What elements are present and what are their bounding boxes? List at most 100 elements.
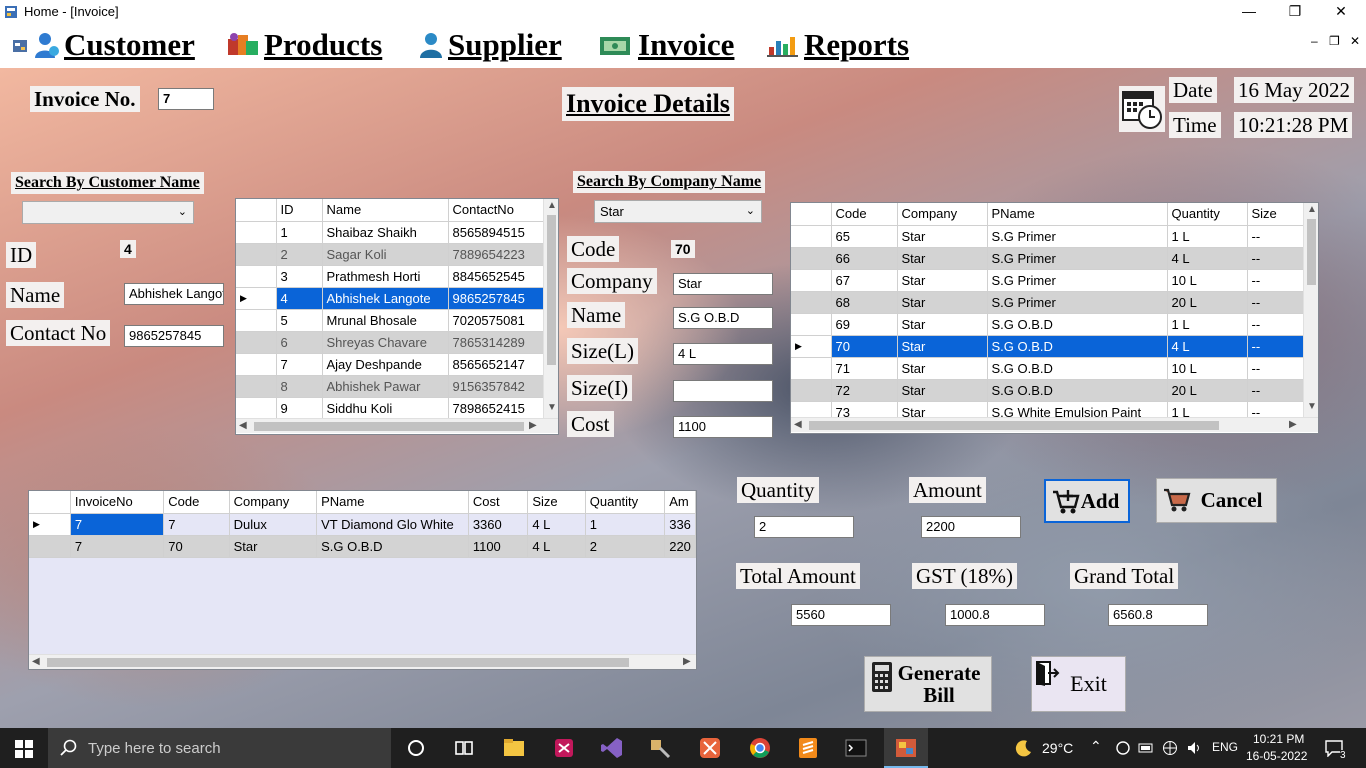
cell[interactable]: 3 — [276, 265, 323, 288]
cancel-button[interactable]: Cancel — [1156, 478, 1277, 523]
cell[interactable]: Ajay Deshpande — [322, 353, 449, 376]
cell[interactable]: 8565894515 — [448, 221, 545, 244]
invoice-items-grid[interactable]: InvoiceNo Code Company PName Cost Size Q… — [28, 490, 697, 670]
column-header-code[interactable]: Code — [831, 203, 898, 226]
customer-name-field[interactable]: Abhishek Langote — [124, 283, 224, 305]
cell[interactable]: 7898652415 — [448, 397, 545, 420]
cell[interactable]: Mrunal Bhosale — [322, 309, 449, 332]
cell[interactable]: Shaibaz Shaikh — [322, 221, 449, 244]
size-l-field[interactable]: 4 L — [673, 343, 773, 365]
cell[interactable]: Prathmesh Horti — [322, 265, 449, 288]
cell[interactable]: 7 — [163, 513, 230, 536]
grand-total-field[interactable]: 6560.8 — [1108, 604, 1208, 626]
minimize-button[interactable]: — — [1226, 0, 1272, 24]
row-header[interactable] — [236, 265, 277, 288]
cell[interactable]: S.G Primer — [987, 269, 1168, 292]
customer-row[interactable]: 9 Siddhu Koli 7898652415 — [236, 397, 545, 420]
product-row[interactable]: 65 Star S.G Primer 1 L -- — [791, 225, 1308, 248]
cell[interactable]: 10 L — [1167, 269, 1248, 292]
chrome-icon[interactable] — [748, 736, 772, 760]
tools-icon[interactable] — [648, 736, 672, 760]
column-header-size[interactable]: Size — [527, 491, 586, 514]
cell[interactable]: Dulux — [229, 513, 318, 536]
cell[interactable]: Abhishek Langote — [322, 287, 449, 310]
cell[interactable]: 4 L — [527, 513, 586, 536]
add-button[interactable]: Add — [1044, 479, 1130, 523]
row-pointer-icon[interactable]: ▶ — [791, 335, 832, 358]
menu-customer[interactable]: Customer — [34, 27, 195, 65]
cell[interactable]: 4 L — [1167, 335, 1248, 358]
cell[interactable]: 20 L — [1167, 291, 1248, 314]
cell[interactable]: 20 L — [1167, 379, 1248, 402]
task-view-icon[interactable] — [452, 736, 476, 760]
scroll-thumb[interactable] — [47, 658, 629, 667]
customer-row[interactable]: 6 Shreyas Chavare 7865314289 — [236, 331, 545, 354]
column-header-amount[interactable]: Am — [664, 491, 696, 514]
product-row[interactable]: 67 Star S.G Primer 10 L -- — [791, 269, 1308, 292]
cell[interactable]: 7889654223 — [448, 243, 545, 266]
cell[interactable]: S.G Primer — [987, 247, 1168, 270]
cell[interactable]: 6 — [276, 331, 323, 354]
exit-button[interactable]: Exit — [1031, 656, 1126, 712]
cell[interactable]: 2 — [585, 535, 666, 558]
product-row[interactable]: 69 Star S.G O.B.D 1 L -- — [791, 313, 1308, 336]
product-row[interactable]: 68 Star S.G Primer 20 L -- — [791, 291, 1308, 314]
taskbar-search-box[interactable]: Type here to search — [48, 728, 391, 768]
product-name-field[interactable]: S.G O.B.D — [673, 307, 773, 329]
row-header[interactable] — [791, 313, 832, 336]
scroll-up-icon[interactable]: ▲ — [1307, 204, 1317, 215]
globe-icon[interactable] — [1162, 740, 1178, 756]
cell[interactable]: 8565652147 — [448, 353, 545, 376]
customer-row[interactable]: 1 Shaibaz Shaikh 8565894515 — [236, 221, 545, 244]
column-header-id[interactable]: ID — [276, 199, 323, 222]
cell[interactable]: -- — [1247, 335, 1308, 358]
cell[interactable]: 9865257845 — [448, 287, 545, 310]
row-header[interactable] — [236, 309, 277, 332]
cell[interactable]: -- — [1247, 247, 1308, 270]
cell[interactable]: 3360 — [468, 513, 529, 536]
customer-row-selected[interactable]: ▶ 4 Abhishek Langote 9865257845 — [236, 287, 545, 310]
clock-date[interactable]: 16-05-2022 — [1246, 749, 1307, 763]
cost-field[interactable]: 1100 — [673, 416, 773, 438]
scroll-thumb[interactable] — [809, 421, 1219, 430]
menu-supplier[interactable]: Supplier — [418, 27, 562, 65]
cell[interactable]: -- — [1247, 291, 1308, 314]
cell[interactable]: S.G O.B.D — [987, 335, 1168, 358]
volume-icon[interactable] — [1186, 740, 1202, 756]
windows-start-icon[interactable] — [15, 740, 33, 758]
scroll-right-icon[interactable]: ▶ — [529, 420, 537, 431]
cell[interactable]: 1 — [585, 513, 666, 536]
row-header[interactable] — [791, 269, 832, 292]
column-header-quantity[interactable]: Quantity — [585, 491, 666, 514]
row-header[interactable] — [29, 535, 71, 558]
cell[interactable]: Star — [897, 313, 988, 336]
cell[interactable]: Abhishek Pawar — [322, 375, 449, 398]
file-explorer-icon[interactable] — [502, 736, 526, 760]
row-header[interactable] — [791, 357, 832, 380]
customer-name-dropdown[interactable]: ⌄ — [22, 201, 194, 224]
column-header-contactno[interactable]: ContactNo — [448, 199, 545, 222]
cell[interactable]: Star — [897, 379, 988, 402]
customer-row[interactable]: 5 Mrunal Bhosale 7020575081 — [236, 309, 545, 332]
column-header-pname[interactable]: PName — [987, 203, 1168, 226]
menu-invoice[interactable]: Invoice — [598, 27, 734, 65]
row-header[interactable] — [236, 375, 277, 398]
child-close-button[interactable]: ✕ — [1350, 34, 1360, 48]
scroll-left-icon[interactable]: ◀ — [32, 656, 40, 667]
column-header-size[interactable]: Size — [1247, 203, 1308, 226]
cell[interactable]: Star — [897, 225, 988, 248]
cell[interactable]: Star — [897, 269, 988, 292]
row-header[interactable] — [791, 225, 832, 248]
product-grid[interactable]: Code Company PName Quantity Size 65 Star S… — [790, 202, 1319, 434]
cell[interactable]: 4 L — [527, 535, 586, 558]
weather-temperature[interactable]: 29°C — [1042, 740, 1073, 756]
cell[interactable]: Star — [897, 357, 988, 380]
cell[interactable]: 1 L — [1167, 313, 1248, 336]
cell[interactable]: 4 L — [1167, 247, 1248, 270]
generate-bill-button[interactable]: Generate Bill — [864, 656, 992, 712]
customer-row[interactable]: 8 Abhishek Pawar 9156357842 — [236, 375, 545, 398]
horizontal-scrollbar[interactable]: ◀ ▶ — [29, 654, 696, 669]
cell[interactable]: 7865314289 — [448, 331, 545, 354]
cell[interactable]: Star — [229, 535, 318, 558]
cell[interactable]: -- — [1247, 379, 1308, 402]
